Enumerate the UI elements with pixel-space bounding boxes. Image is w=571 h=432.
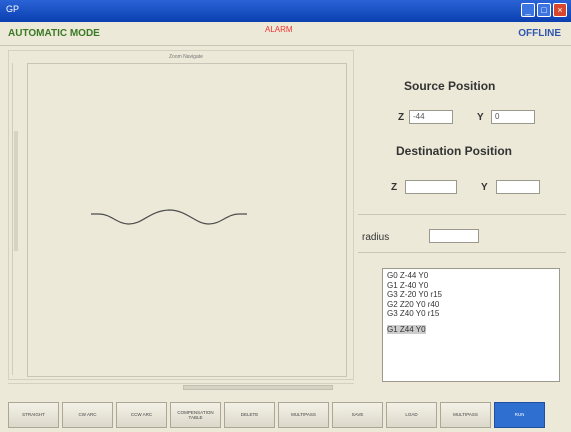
gcode-line[interactable]: G1 Z-40 Y0: [387, 281, 555, 291]
source-position-title: Source Position: [404, 79, 496, 93]
toolpath-curve: [91, 209, 247, 225]
radius-field[interactable]: [429, 229, 479, 243]
toolpath-plot[interactable]: Zoom Navigate: [8, 50, 354, 380]
radius-label: radius: [362, 232, 390, 243]
destination-y-field[interactable]: [496, 180, 540, 194]
source-y-field[interactable]: 0: [491, 110, 535, 124]
connection-status: OFFLINE: [518, 28, 561, 39]
source-y-label: Y: [477, 112, 484, 123]
status-header: AUTOMATIC MODE ALARM OFFLINE: [0, 22, 571, 46]
source-z-label: Z: [398, 112, 405, 123]
toolbar-button-load[interactable]: LOAD: [386, 402, 437, 428]
toolbar-button-compensation-table[interactable]: COMPENSATION TABLE: [170, 402, 221, 428]
gcode-list[interactable]: G0 Z-44 Y0 G1 Z-40 Y0 G3 Z-20 Y0 r15 G2 Z20…: [382, 268, 560, 382]
toolbar-button-ccw-arc[interactable]: CCW ARC: [116, 402, 167, 428]
gcode-line[interactable]: G3 Z-20 Y0 r15: [387, 290, 555, 300]
separator: [358, 252, 566, 253]
title-bar: GP _ □ ×: [0, 0, 571, 22]
toolbar-button-multipass[interactable]: MULTIPASS: [440, 402, 491, 428]
toolbar-button-run[interactable]: RUN: [494, 402, 545, 428]
window-title: GP: [6, 4, 20, 14]
mode-label: AUTOMATIC MODE: [8, 28, 100, 39]
separator: [358, 214, 566, 215]
alarm-indicator: ALARM: [265, 25, 293, 34]
gcode-line[interactable]: G1 Z44 Y0: [387, 324, 426, 334]
minimize-button[interactable]: _: [521, 3, 535, 17]
destination-position-title: Destination Position: [396, 144, 513, 158]
destination-y-label: Y: [481, 182, 488, 193]
gcode-line[interactable]: G2 Z20 Y0 r40: [387, 300, 555, 310]
maximize-button[interactable]: □: [537, 3, 551, 17]
toolbar-button-delete[interactable]: DELETE: [224, 402, 275, 428]
source-z-field[interactable]: -44: [409, 110, 453, 124]
plot-horizontal-thumb[interactable]: [183, 385, 333, 390]
toolbar-button-straight[interactable]: STRAIGHT: [8, 402, 59, 428]
close-button[interactable]: ×: [553, 3, 567, 17]
bottom-toolbar: STRAIGHT CW ARC CCW ARC COMPENSATION TABLE D…: [8, 402, 564, 428]
toolbar-button-multipass[interactable]: MULTIPASS: [278, 402, 329, 428]
toolbar-button-save[interactable]: SAVE: [332, 402, 383, 428]
toolbar-button-cw-arc[interactable]: CW ARC: [62, 402, 113, 428]
gcode-line[interactable]: G3 Z40 Y0 r15: [387, 309, 555, 319]
gcode-line[interactable]: G0 Z-44 Y0: [387, 271, 555, 281]
plot-horizontal-scrollbar[interactable]: [8, 383, 354, 391]
destination-z-label: Z: [391, 182, 398, 193]
destination-z-field[interactable]: [405, 180, 457, 194]
